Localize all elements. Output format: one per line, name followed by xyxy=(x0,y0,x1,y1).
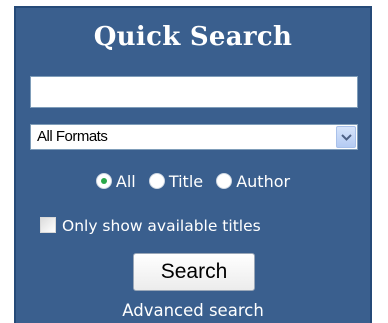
search-scope-radio-group: All Title Author xyxy=(16,171,370,191)
radio-option-all[interactable]: All xyxy=(95,172,136,191)
search-button[interactable]: Search xyxy=(133,253,255,291)
radio-option-author[interactable]: Author xyxy=(216,172,290,191)
available-titles-label: Only show available titles xyxy=(62,217,261,235)
panel-title: Quick Search xyxy=(93,22,293,52)
radio-button-title[interactable] xyxy=(148,173,165,189)
radio-label-author: Author xyxy=(236,172,291,191)
advanced-search-link[interactable]: Advanced search xyxy=(16,301,370,320)
radio-label-all: All xyxy=(115,172,136,191)
radio-option-title[interactable]: Title xyxy=(148,172,204,191)
radio-button-all[interactable] xyxy=(95,173,112,189)
available-titles-checkbox[interactable] xyxy=(40,217,56,233)
chevron-down-icon xyxy=(341,134,352,141)
format-select[interactable]: All Formats xyxy=(30,124,358,150)
format-select-value: All Formats xyxy=(37,128,108,145)
available-titles-option[interactable]: Only show available titles xyxy=(40,217,261,235)
format-dropdown-button[interactable] xyxy=(336,126,356,148)
radio-label-title: Title xyxy=(168,172,204,191)
quick-search-widget: Quick Search All Formats All Title Autho… xyxy=(0,0,388,323)
search-input[interactable] xyxy=(30,76,358,108)
quick-search-panel: Quick Search All Formats All Title Autho… xyxy=(14,6,372,323)
radio-button-author[interactable] xyxy=(216,173,233,189)
